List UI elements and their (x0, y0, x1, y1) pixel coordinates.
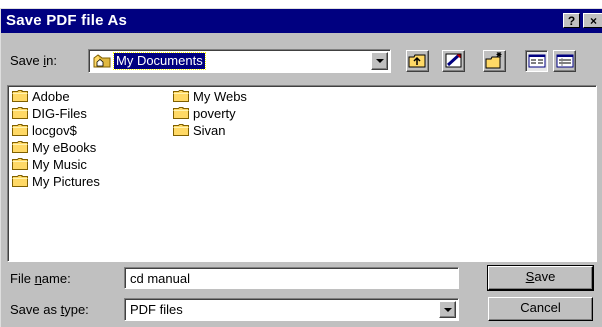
desktop-icon (445, 53, 462, 68)
details-view-icon (556, 54, 574, 68)
chevron-down-icon (444, 308, 452, 312)
save-as-type-label: Save as type: (10, 302, 89, 317)
list-item-label: Adobe (32, 88, 70, 104)
list-item-label: My Music (32, 156, 87, 172)
list-item-label: My eBooks (32, 139, 97, 155)
list-item[interactable]: locgov$ (12, 122, 77, 138)
save-in-selected: My Documents (113, 52, 206, 70)
save-as-type-dropdown-button[interactable] (439, 301, 456, 318)
list-item-label: poverty (193, 105, 236, 121)
folder-icon (12, 90, 28, 102)
save-in-label: Save in: (10, 53, 57, 68)
folder-icon (173, 107, 189, 119)
file-list[interactable]: Adobe DIG-Files locgov$ My eBooks My Music My… (7, 85, 597, 262)
list-item-label: Sivan (193, 122, 226, 138)
up-one-level-button[interactable] (406, 50, 429, 72)
file-name-field[interactable]: cd manual (124, 267, 459, 289)
title-bar[interactable]: Save PDF file As ? × (1, 9, 602, 33)
help-icon: ? (567, 14, 576, 28)
home-folder-icon (93, 53, 111, 69)
save-as-type-dropdown[interactable]: PDF files (124, 298, 459, 321)
list-view-icon (528, 54, 546, 68)
list-view-button[interactable] (525, 50, 548, 72)
cancel-button[interactable]: Cancel (488, 297, 593, 321)
close-icon: × (589, 14, 597, 28)
list-item[interactable]: My Webs (173, 88, 247, 104)
folder-icon (12, 158, 28, 170)
list-item-label: My Webs (193, 88, 247, 104)
new-folder-icon (485, 52, 502, 69)
save-as-type-value: PDF files (130, 302, 183, 317)
list-item[interactable]: poverty (173, 105, 236, 121)
save-dialog: Save PDF file As ? × Save in: My Documen… (0, 8, 602, 327)
window-title: Save PDF file As (6, 12, 128, 29)
folder-icon (12, 141, 28, 153)
details-view-button[interactable] (553, 50, 576, 72)
close-button[interactable]: × (583, 13, 602, 28)
list-item-label: locgov$ (32, 122, 77, 138)
list-item[interactable]: My Pictures (12, 173, 100, 189)
folder-icon (12, 124, 28, 136)
up-one-level-icon (408, 54, 426, 68)
list-item-label: DIG-Files (32, 105, 87, 121)
save-in-dropdown-button[interactable] (371, 52, 388, 70)
list-item[interactable]: Adobe (12, 88, 70, 104)
list-item[interactable]: My eBooks (12, 139, 96, 155)
file-name-label: File name: (10, 271, 71, 286)
folder-icon (173, 124, 189, 136)
folder-icon (12, 175, 28, 187)
folder-icon (12, 107, 28, 119)
list-item-label: My Pictures (32, 173, 100, 189)
help-button[interactable]: ? (563, 13, 580, 28)
list-item[interactable]: Sivan (173, 122, 226, 138)
new-folder-button[interactable] (483, 50, 506, 72)
list-item[interactable]: DIG-Files (12, 105, 87, 121)
folder-icon (173, 90, 189, 102)
save-in-dropdown[interactable]: My Documents (88, 49, 391, 73)
desktop-button[interactable] (442, 50, 465, 72)
list-item[interactable]: My Music (12, 156, 87, 172)
save-button[interactable]: Save (487, 265, 594, 291)
chevron-down-icon (376, 59, 384, 63)
